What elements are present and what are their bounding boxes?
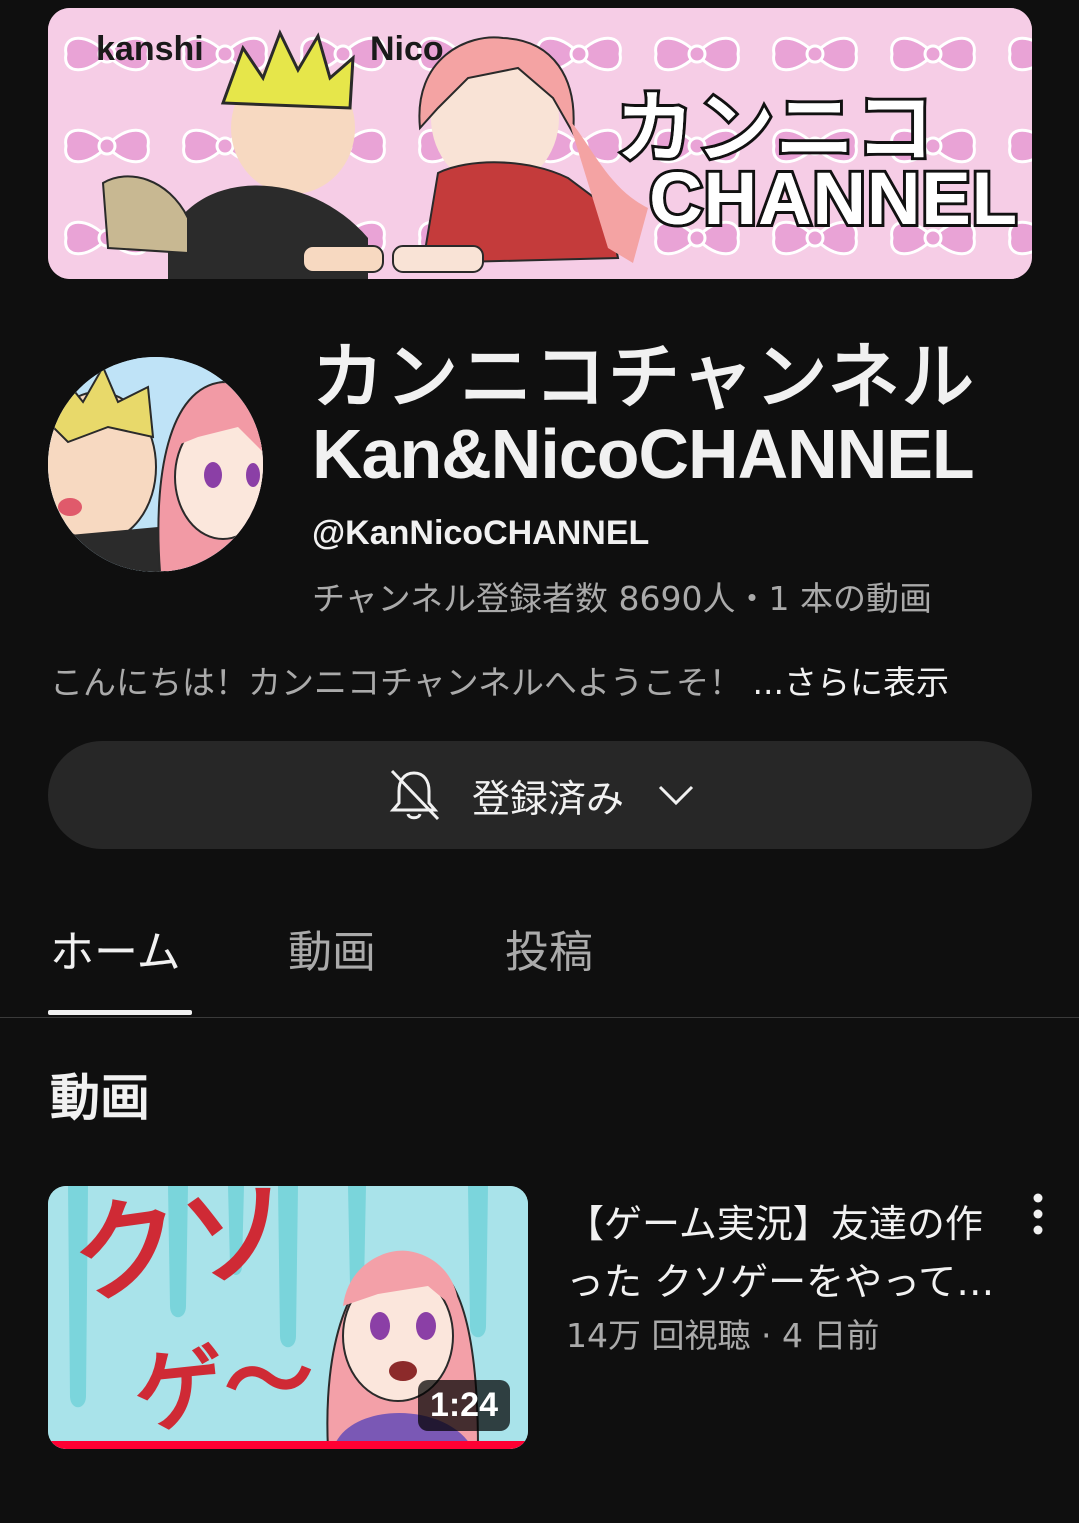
channel-banner: kanshi Nico カンニコ CHANNEL: [48, 8, 1032, 279]
show-more-link[interactable]: ...さらに表示: [753, 663, 949, 702]
subscribed-label: 登録済み: [471, 776, 624, 821]
thumbnail-text-2: ゲ〜: [129, 1325, 319, 1448]
banner-title-en: CHANNEL: [646, 154, 1020, 243]
video-thumbnail[interactable]: クソ ゲ〜 1:24: [48, 1186, 528, 1449]
video-meta: 14万 回視聴 · 4 日前: [566, 1316, 880, 1355]
channel-name-en: Kan&NicoCHANNEL: [312, 415, 975, 493]
banner-label-nico: Nico: [370, 30, 444, 68]
channel-page: kanshi Nico カンニコ CHANNEL カンニコチャンネル Kan&N…: [0, 0, 1079, 1523]
subscribed-button[interactable]: 登録済み: [48, 741, 1032, 849]
tab-videos[interactable]: 動画: [288, 916, 376, 980]
active-tab-indicator: [48, 1010, 192, 1015]
channel-name-jp: カンニコチャンネル: [312, 335, 976, 419]
watch-progress-bar: [48, 1441, 528, 1449]
avatar-artwork: [48, 357, 263, 572]
channel-stats: チャンネル登録者数 8690人・1 本の動画: [312, 579, 932, 618]
channel-avatar[interactable]: [48, 357, 263, 572]
banner-label-kanshi: kanshi: [96, 30, 204, 68]
bell-off-icon: [389, 769, 440, 821]
video-duration: 1:24: [417, 1380, 510, 1431]
description-text: こんにちは！カンニコチャンネルへようこそ！: [50, 663, 743, 702]
tab-home[interactable]: ホーム: [50, 916, 181, 980]
chevron-down-icon: [658, 785, 694, 806]
section-title-videos: 動画: [50, 1069, 150, 1127]
video-title[interactable]: 【ゲーム実況】友達の作った クソゲーをやってみた: [566, 1195, 996, 1311]
more-options-icon[interactable]: [1022, 1190, 1054, 1238]
channel-tabs: ホーム 動画 投稿: [0, 900, 1079, 1018]
tab-posts[interactable]: 投稿: [505, 916, 593, 980]
channel-handle: @KanNicoCHANNEL: [312, 514, 650, 552]
channel-description[interactable]: こんにちは！カンニコチャンネルへようこそ！ ...さらに表示: [50, 656, 949, 704]
